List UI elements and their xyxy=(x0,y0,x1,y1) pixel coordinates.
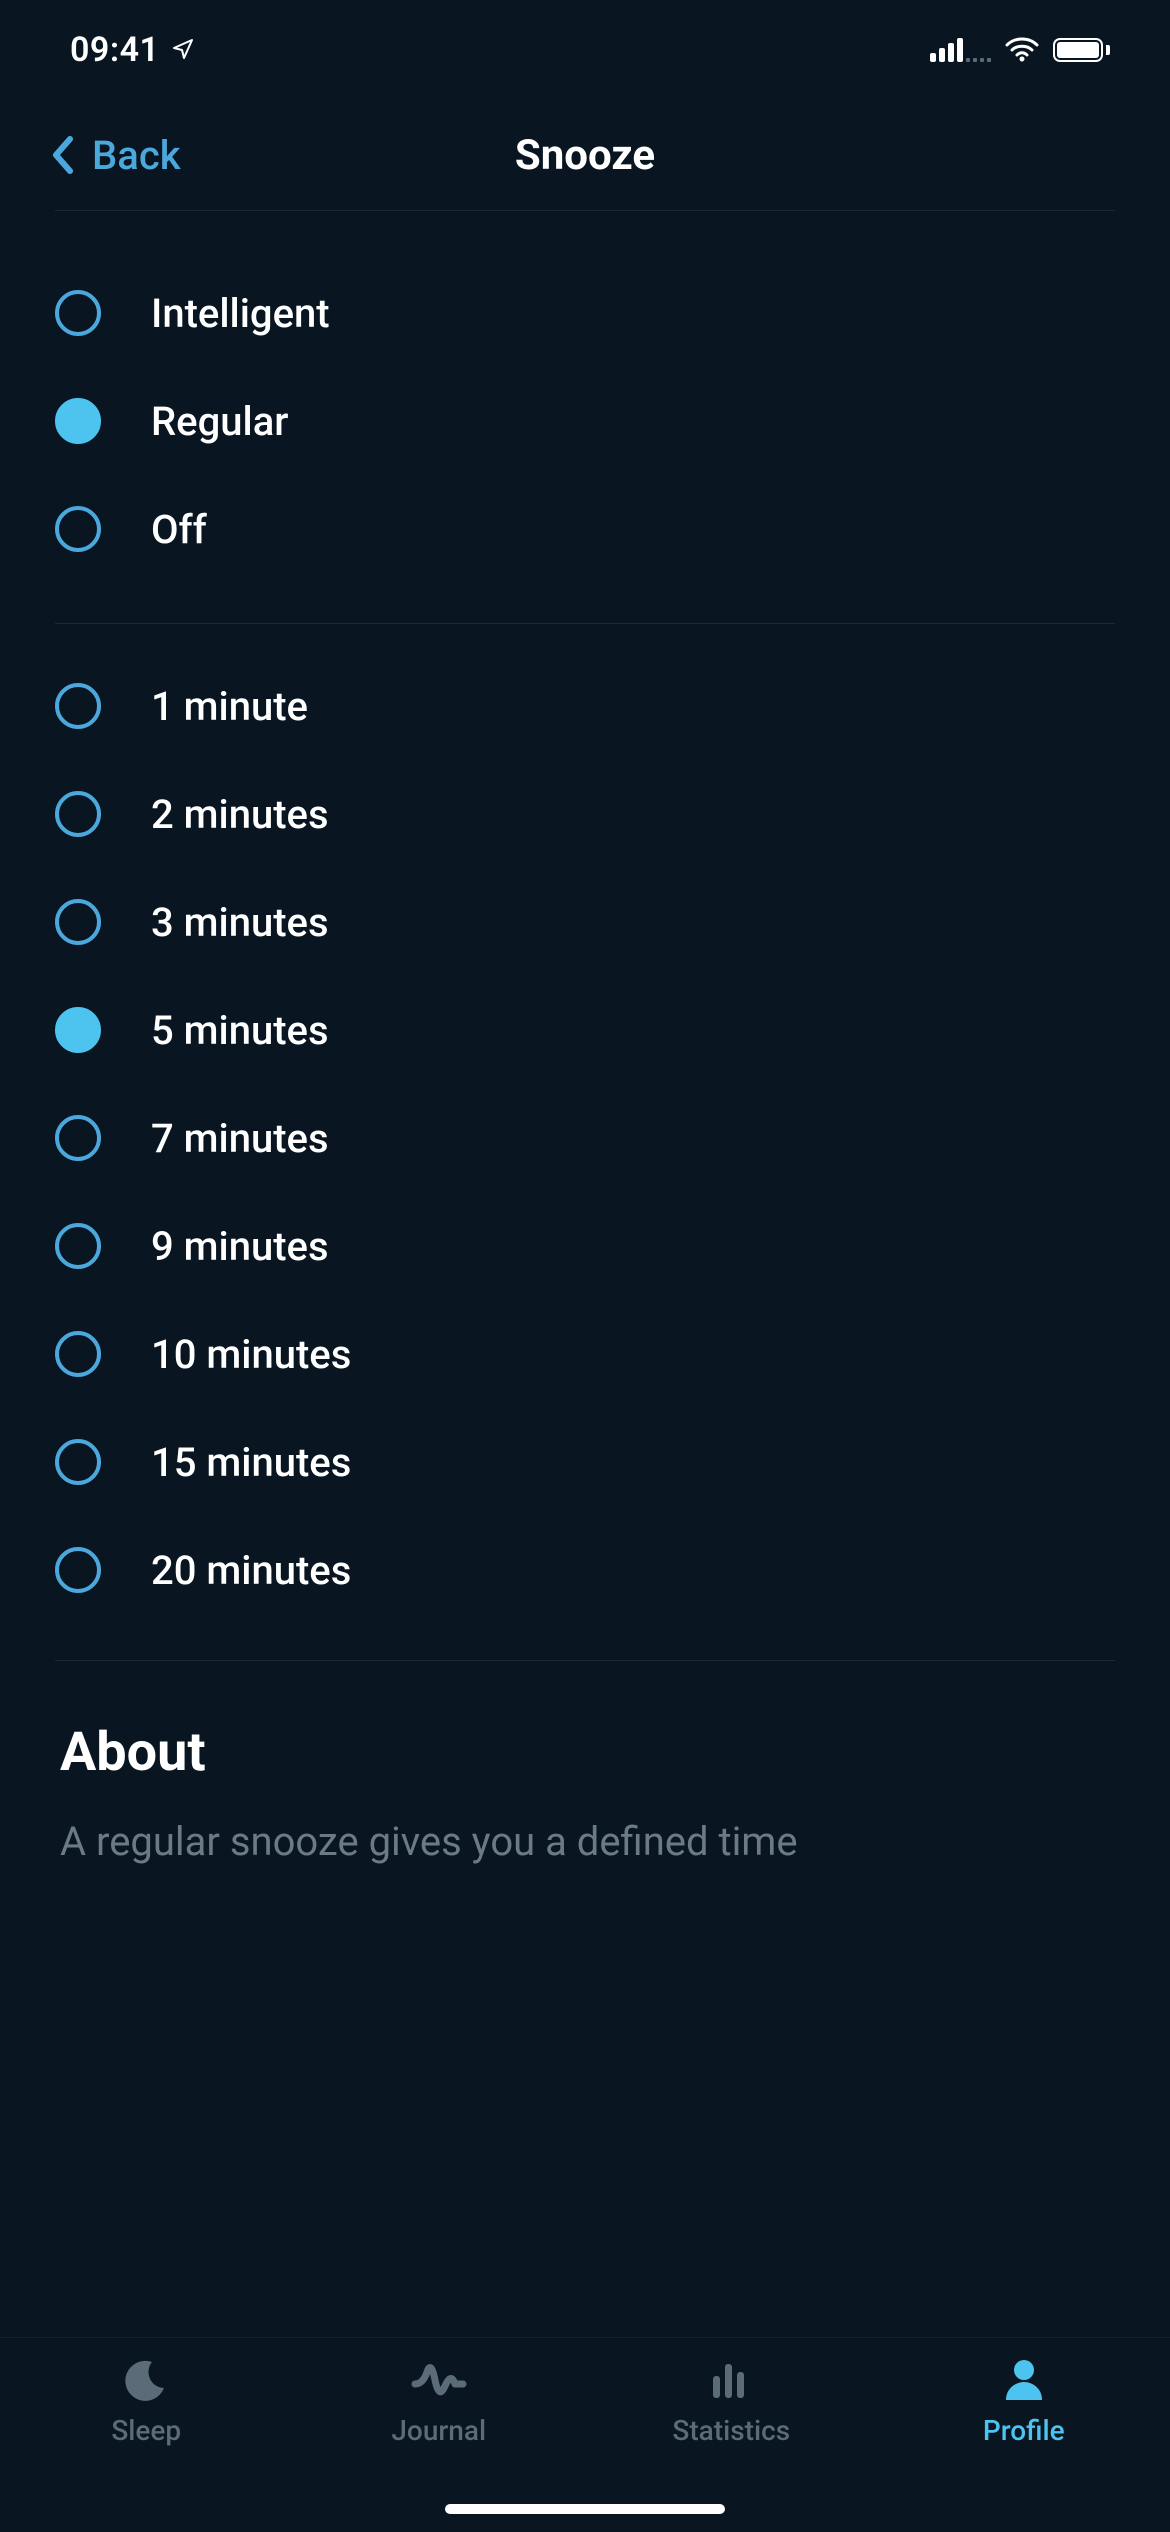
option-label: 2 minutes xyxy=(151,791,329,838)
about-section: About A regular snooze gives you a defin… xyxy=(0,1661,1170,1866)
duration-option[interactable]: 1 minute xyxy=(55,652,1115,760)
option-label: 10 minutes xyxy=(151,1331,351,1378)
location-icon xyxy=(171,30,195,70)
tab-label: Sleep xyxy=(111,2414,181,2447)
option-label: Intelligent xyxy=(151,290,330,337)
chevron-left-icon xyxy=(50,135,74,175)
cellular-icon xyxy=(930,38,963,62)
back-button[interactable]: Back xyxy=(50,132,181,179)
radio-unselected-icon xyxy=(55,1439,101,1485)
option-label: 9 minutes xyxy=(151,1223,329,1270)
home-indicator xyxy=(445,2504,725,2514)
radio-unselected-icon xyxy=(55,1115,101,1161)
duration-option[interactable]: 15 minutes xyxy=(55,1408,1115,1516)
radio-unselected-icon xyxy=(55,290,101,336)
about-heading: About xyxy=(60,1721,1110,1784)
radio-selected-icon xyxy=(55,398,101,444)
duration-option[interactable]: 2 minutes xyxy=(55,760,1115,868)
option-label: 1 minute xyxy=(151,683,308,730)
battery-icon xyxy=(1053,38,1110,62)
duration-option[interactable]: 5 minutes xyxy=(55,976,1115,1084)
duration-option[interactable]: 3 minutes xyxy=(55,868,1115,976)
status-time: 09:41 xyxy=(70,30,159,70)
wifi-icon xyxy=(1005,37,1039,63)
option-label: 15 minutes xyxy=(151,1439,351,1486)
option-label: 5 minutes xyxy=(151,1007,329,1054)
status-bar: 09:41 xyxy=(0,0,1170,100)
radio-unselected-icon xyxy=(55,683,101,729)
tab-label: Journal xyxy=(391,2414,486,2447)
radio-selected-icon xyxy=(55,1007,101,1053)
option-label: Off xyxy=(151,506,207,553)
radio-unselected-icon xyxy=(55,791,101,837)
duration-option[interactable]: 20 minutes xyxy=(55,1516,1115,1624)
fade-overlay xyxy=(0,2267,1170,2337)
tab-profile[interactable]: Profile xyxy=(878,2356,1170,2532)
wave-icon xyxy=(411,2356,467,2404)
option-label: 7 minutes xyxy=(151,1115,329,1162)
tab-bar: Sleep Journal Statistics Profile xyxy=(0,2337,1170,2532)
radio-unselected-icon xyxy=(55,1223,101,1269)
about-text: A regular snooze gives you a defined tim… xyxy=(60,1814,1110,1866)
tab-label: Profile xyxy=(983,2414,1065,2447)
radio-unselected-icon xyxy=(55,1547,101,1593)
option-label: 3 minutes xyxy=(151,899,329,946)
status-right xyxy=(930,37,1110,63)
tab-sleep[interactable]: Sleep xyxy=(0,2356,293,2532)
option-label: Regular xyxy=(151,398,288,445)
mode-option[interactable]: Off xyxy=(55,475,1115,583)
mode-option[interactable]: Regular xyxy=(55,367,1115,475)
back-label: Back xyxy=(92,132,181,179)
person-icon xyxy=(1000,2356,1048,2404)
nav-header: Back Snooze xyxy=(0,100,1170,210)
duration-section: 1 minute 2 minutes 3 minutes 5 minutes 7 min… xyxy=(0,624,1170,1660)
duration-option[interactable]: 9 minutes xyxy=(55,1192,1115,1300)
bars-icon xyxy=(707,2356,755,2404)
moon-icon xyxy=(122,2356,170,2404)
status-left: 09:41 xyxy=(70,30,195,70)
mode-option[interactable]: Intelligent xyxy=(55,259,1115,367)
radio-unselected-icon xyxy=(55,899,101,945)
mode-section: Intelligent Regular Off xyxy=(0,211,1170,623)
radio-unselected-icon xyxy=(55,1331,101,1377)
radio-unselected-icon xyxy=(55,506,101,552)
duration-option[interactable]: 10 minutes xyxy=(55,1300,1115,1408)
page-title: Snooze xyxy=(515,131,655,180)
duration-option[interactable]: 7 minutes xyxy=(55,1084,1115,1192)
tab-label: Statistics xyxy=(672,2414,790,2447)
option-label: 20 minutes xyxy=(151,1547,351,1594)
